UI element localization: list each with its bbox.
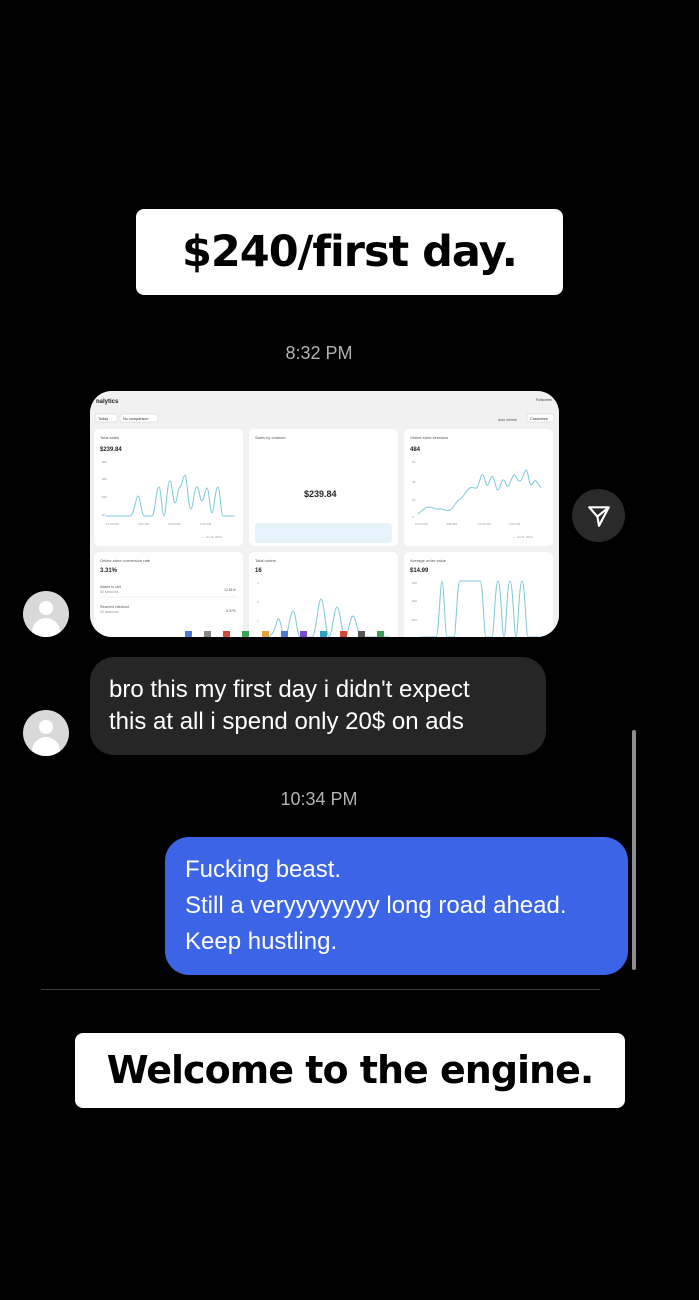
card-xtick: 12:00 AM bbox=[415, 522, 428, 526]
card-ytick: 60 bbox=[412, 460, 416, 464]
card-title: Total orders bbox=[255, 558, 276, 563]
card-xtick: 10:00 AM bbox=[168, 522, 181, 526]
timestamp: 8:32 PM bbox=[285, 343, 353, 363]
fullscreen-label: Fullscreen bbox=[536, 398, 552, 402]
card-title: Online store conversion rate bbox=[100, 558, 151, 563]
incoming-message-line: this at all i spend only 20$ on ads bbox=[109, 708, 464, 735]
auto-refresh-label: Auto refresh bbox=[498, 418, 517, 422]
analytics-screenshot-image[interactable]: nalytics Fullscreen Today No comparison … bbox=[90, 391, 559, 637]
card-value: $239.84 bbox=[304, 489, 337, 499]
funnel-label: Reached checkout bbox=[100, 605, 129, 609]
customize-button: Customize bbox=[530, 417, 548, 421]
card-ytick: 40 bbox=[412, 480, 416, 484]
card-ytick: $0 bbox=[102, 513, 106, 517]
timestamp: 10:34 PM bbox=[280, 789, 358, 809]
card-ytick: $40 bbox=[102, 495, 107, 499]
user-avatar-icon[interactable] bbox=[23, 591, 69, 637]
card-title: Sales by channel bbox=[255, 435, 286, 440]
card-legend: — Jun 8, 2024 bbox=[202, 535, 222, 539]
caption-bottom: Welcome to the engine. bbox=[75, 1033, 625, 1108]
incoming-message-bubble[interactable]: bro this my first day i didn't expect th… bbox=[90, 657, 546, 755]
outgoing-message-bubble[interactable]: Fucking beast. Still a veryyyyyyyy long … bbox=[165, 837, 628, 975]
card-value: $239.84 bbox=[100, 447, 122, 453]
card-title: Total sales bbox=[100, 435, 119, 440]
card-xtick: 3:00 PM bbox=[200, 522, 212, 526]
card-legend: — Jun 8, 2024 bbox=[513, 535, 533, 539]
user-avatar-icon[interactable] bbox=[23, 710, 69, 756]
incoming-message-line: bro this my first day i didn't expect bbox=[109, 676, 470, 703]
card-value: 16 bbox=[255, 568, 262, 574]
filter-comparison: No comparison bbox=[123, 417, 149, 421]
divider bbox=[41, 989, 600, 990]
outgoing-message-line: Fucking beast. bbox=[185, 856, 342, 883]
card-ytick: $30 bbox=[412, 581, 417, 585]
screenshot-title: nalytics bbox=[96, 399, 119, 405]
card-xtick: 3:00 PM bbox=[509, 522, 521, 526]
card-title: Online store sessions bbox=[410, 435, 448, 440]
card-title: Average order value bbox=[410, 558, 447, 563]
funnel-value: 5.37% bbox=[226, 609, 236, 613]
outgoing-message-line: Keep hustling. bbox=[185, 928, 338, 955]
filter-today: Today bbox=[98, 417, 108, 421]
card-ytick: $60 bbox=[102, 477, 107, 481]
funnel-value: 12.81% bbox=[224, 588, 236, 592]
card-xtick: 12:00 AM bbox=[106, 522, 119, 526]
card-value: 484 bbox=[410, 447, 421, 453]
card-xtick: 4:00 AM bbox=[446, 522, 458, 526]
card-ytick: $20 bbox=[412, 599, 417, 603]
scrollbar[interactable] bbox=[632, 730, 636, 970]
card-ytick: 20 bbox=[412, 498, 416, 502]
card-value: $14.99 bbox=[410, 568, 429, 574]
paper-plane-icon[interactable] bbox=[572, 489, 625, 542]
card-ytick: $10 bbox=[412, 618, 417, 622]
caption-top: $240/first day. bbox=[136, 209, 563, 295]
card-xtick: 3:00 AM bbox=[138, 522, 150, 526]
card-xtick: 10:00 AM bbox=[478, 522, 491, 526]
card-value: 3.31% bbox=[100, 568, 118, 574]
card-ytick: $80 bbox=[102, 460, 107, 464]
outgoing-message-line: Still a veryyyyyyyy long road ahead. bbox=[185, 892, 567, 919]
funnel-sub: 26 sessions bbox=[100, 610, 119, 614]
funnel-sub: 62 sessions bbox=[100, 590, 119, 594]
funnel-label: Added to cart bbox=[100, 585, 121, 589]
